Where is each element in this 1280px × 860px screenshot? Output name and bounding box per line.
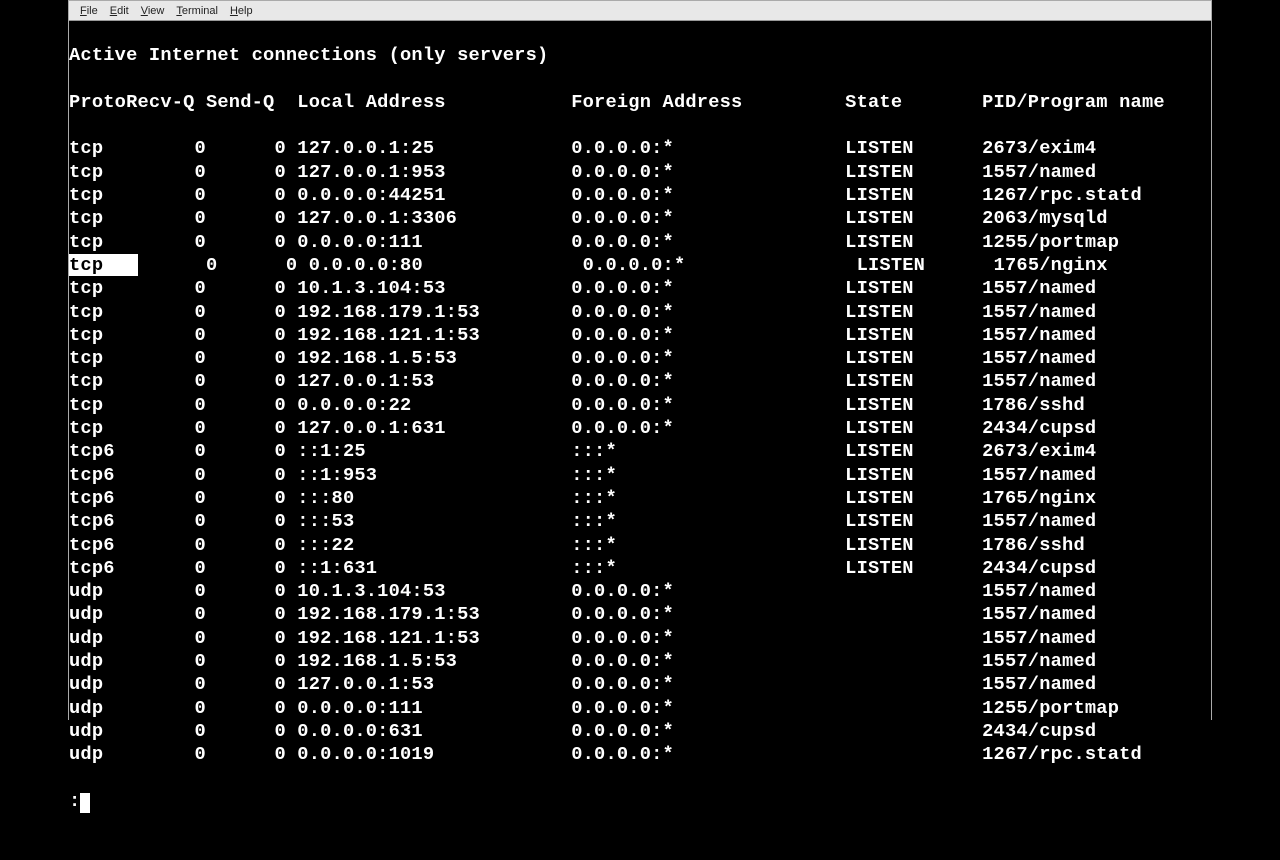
column-headers: ProtoRecv-Q Send-Q Local Address Foreign…	[69, 91, 1211, 114]
menu-file[interactable]: File	[74, 3, 104, 19]
connection-row: tcp 0 0 127.0.0.1:953 0.0.0.0:* LISTEN 1…	[69, 161, 1211, 184]
connection-row: tcp 0 0 127.0.0.1:3306 0.0.0.0:* LISTEN …	[69, 207, 1211, 230]
connection-row: tcp 0 0 192.168.179.1:53 0.0.0.0:* LISTE…	[69, 301, 1211, 324]
connection-row: udp 0 0 127.0.0.1:53 0.0.0.0:* 1557/name…	[69, 673, 1211, 696]
connection-row: udp 0 0 10.1.3.104:53 0.0.0.0:* 1557/nam…	[69, 580, 1211, 603]
connection-row: tcp 0 0 0.0.0.0:80 0.0.0.0:* LISTEN 1765…	[69, 254, 1211, 277]
connection-row: tcp 0 0 127.0.0.1:631 0.0.0.0:* LISTEN 2…	[69, 417, 1211, 440]
terminal-window: File Edit View Terminal Help Active Inte…	[68, 0, 1212, 720]
connection-row: udp 0 0 192.168.121.1:53 0.0.0.0:* 1557/…	[69, 627, 1211, 650]
connection-row: tcp6 0 0 :::80 :::* LISTEN 1765/nginx	[69, 487, 1211, 510]
menu-terminal[interactable]: Terminal	[170, 3, 224, 19]
pager-prompt[interactable]: :	[69, 790, 1211, 813]
connection-row: tcp 0 0 127.0.0.1:25 0.0.0.0:* LISTEN 26…	[69, 137, 1211, 160]
terminal-output[interactable]: Active Internet connections (only server…	[69, 21, 1211, 860]
connection-row: tcp6 0 0 ::1:25 :::* LISTEN 2673/exim4	[69, 440, 1211, 463]
connection-row: tcp6 0 0 :::53 :::* LISTEN 1557/named	[69, 510, 1211, 533]
connection-row: tcp 0 0 192.168.121.1:53 0.0.0.0:* LISTE…	[69, 324, 1211, 347]
connection-row: tcp 0 0 0.0.0.0:44251 0.0.0.0:* LISTEN 1…	[69, 184, 1211, 207]
connection-row: tcp 0 0 0.0.0.0:22 0.0.0.0:* LISTEN 1786…	[69, 394, 1211, 417]
connection-row: udp 0 0 0.0.0.0:1019 0.0.0.0:* 1267/rpc.…	[69, 743, 1211, 766]
menu-edit[interactable]: Edit	[104, 3, 135, 19]
connection-row: tcp6 0 0 :::22 :::* LISTEN 1786/sshd	[69, 534, 1211, 557]
connection-row: tcp 0 0 10.1.3.104:53 0.0.0.0:* LISTEN 1…	[69, 277, 1211, 300]
menu-view[interactable]: View	[135, 3, 171, 19]
connection-row: udp 0 0 0.0.0.0:631 0.0.0.0:* 2434/cupsd	[69, 720, 1211, 743]
connection-row: tcp 0 0 192.168.1.5:53 0.0.0.0:* LISTEN …	[69, 347, 1211, 370]
output-title: Active Internet connections (only server…	[69, 44, 1211, 67]
menubar: File Edit View Terminal Help	[69, 1, 1211, 21]
cursor-icon	[80, 793, 90, 813]
menu-help[interactable]: Help	[224, 3, 259, 19]
connection-row: udp 0 0 192.168.179.1:53 0.0.0.0:* 1557/…	[69, 603, 1211, 626]
search-highlight: tcp	[69, 254, 138, 276]
connection-row: tcp6 0 0 ::1:631 :::* LISTEN 2434/cupsd	[69, 557, 1211, 580]
connection-row: tcp6 0 0 ::1:953 :::* LISTEN 1557/named	[69, 464, 1211, 487]
connection-row: tcp 0 0 0.0.0.0:111 0.0.0.0:* LISTEN 125…	[69, 231, 1211, 254]
connection-row: tcp 0 0 127.0.0.1:53 0.0.0.0:* LISTEN 15…	[69, 370, 1211, 393]
connection-row: udp 0 0 192.168.1.5:53 0.0.0.0:* 1557/na…	[69, 650, 1211, 673]
connection-row: udp 0 0 0.0.0.0:111 0.0.0.0:* 1255/portm…	[69, 697, 1211, 720]
